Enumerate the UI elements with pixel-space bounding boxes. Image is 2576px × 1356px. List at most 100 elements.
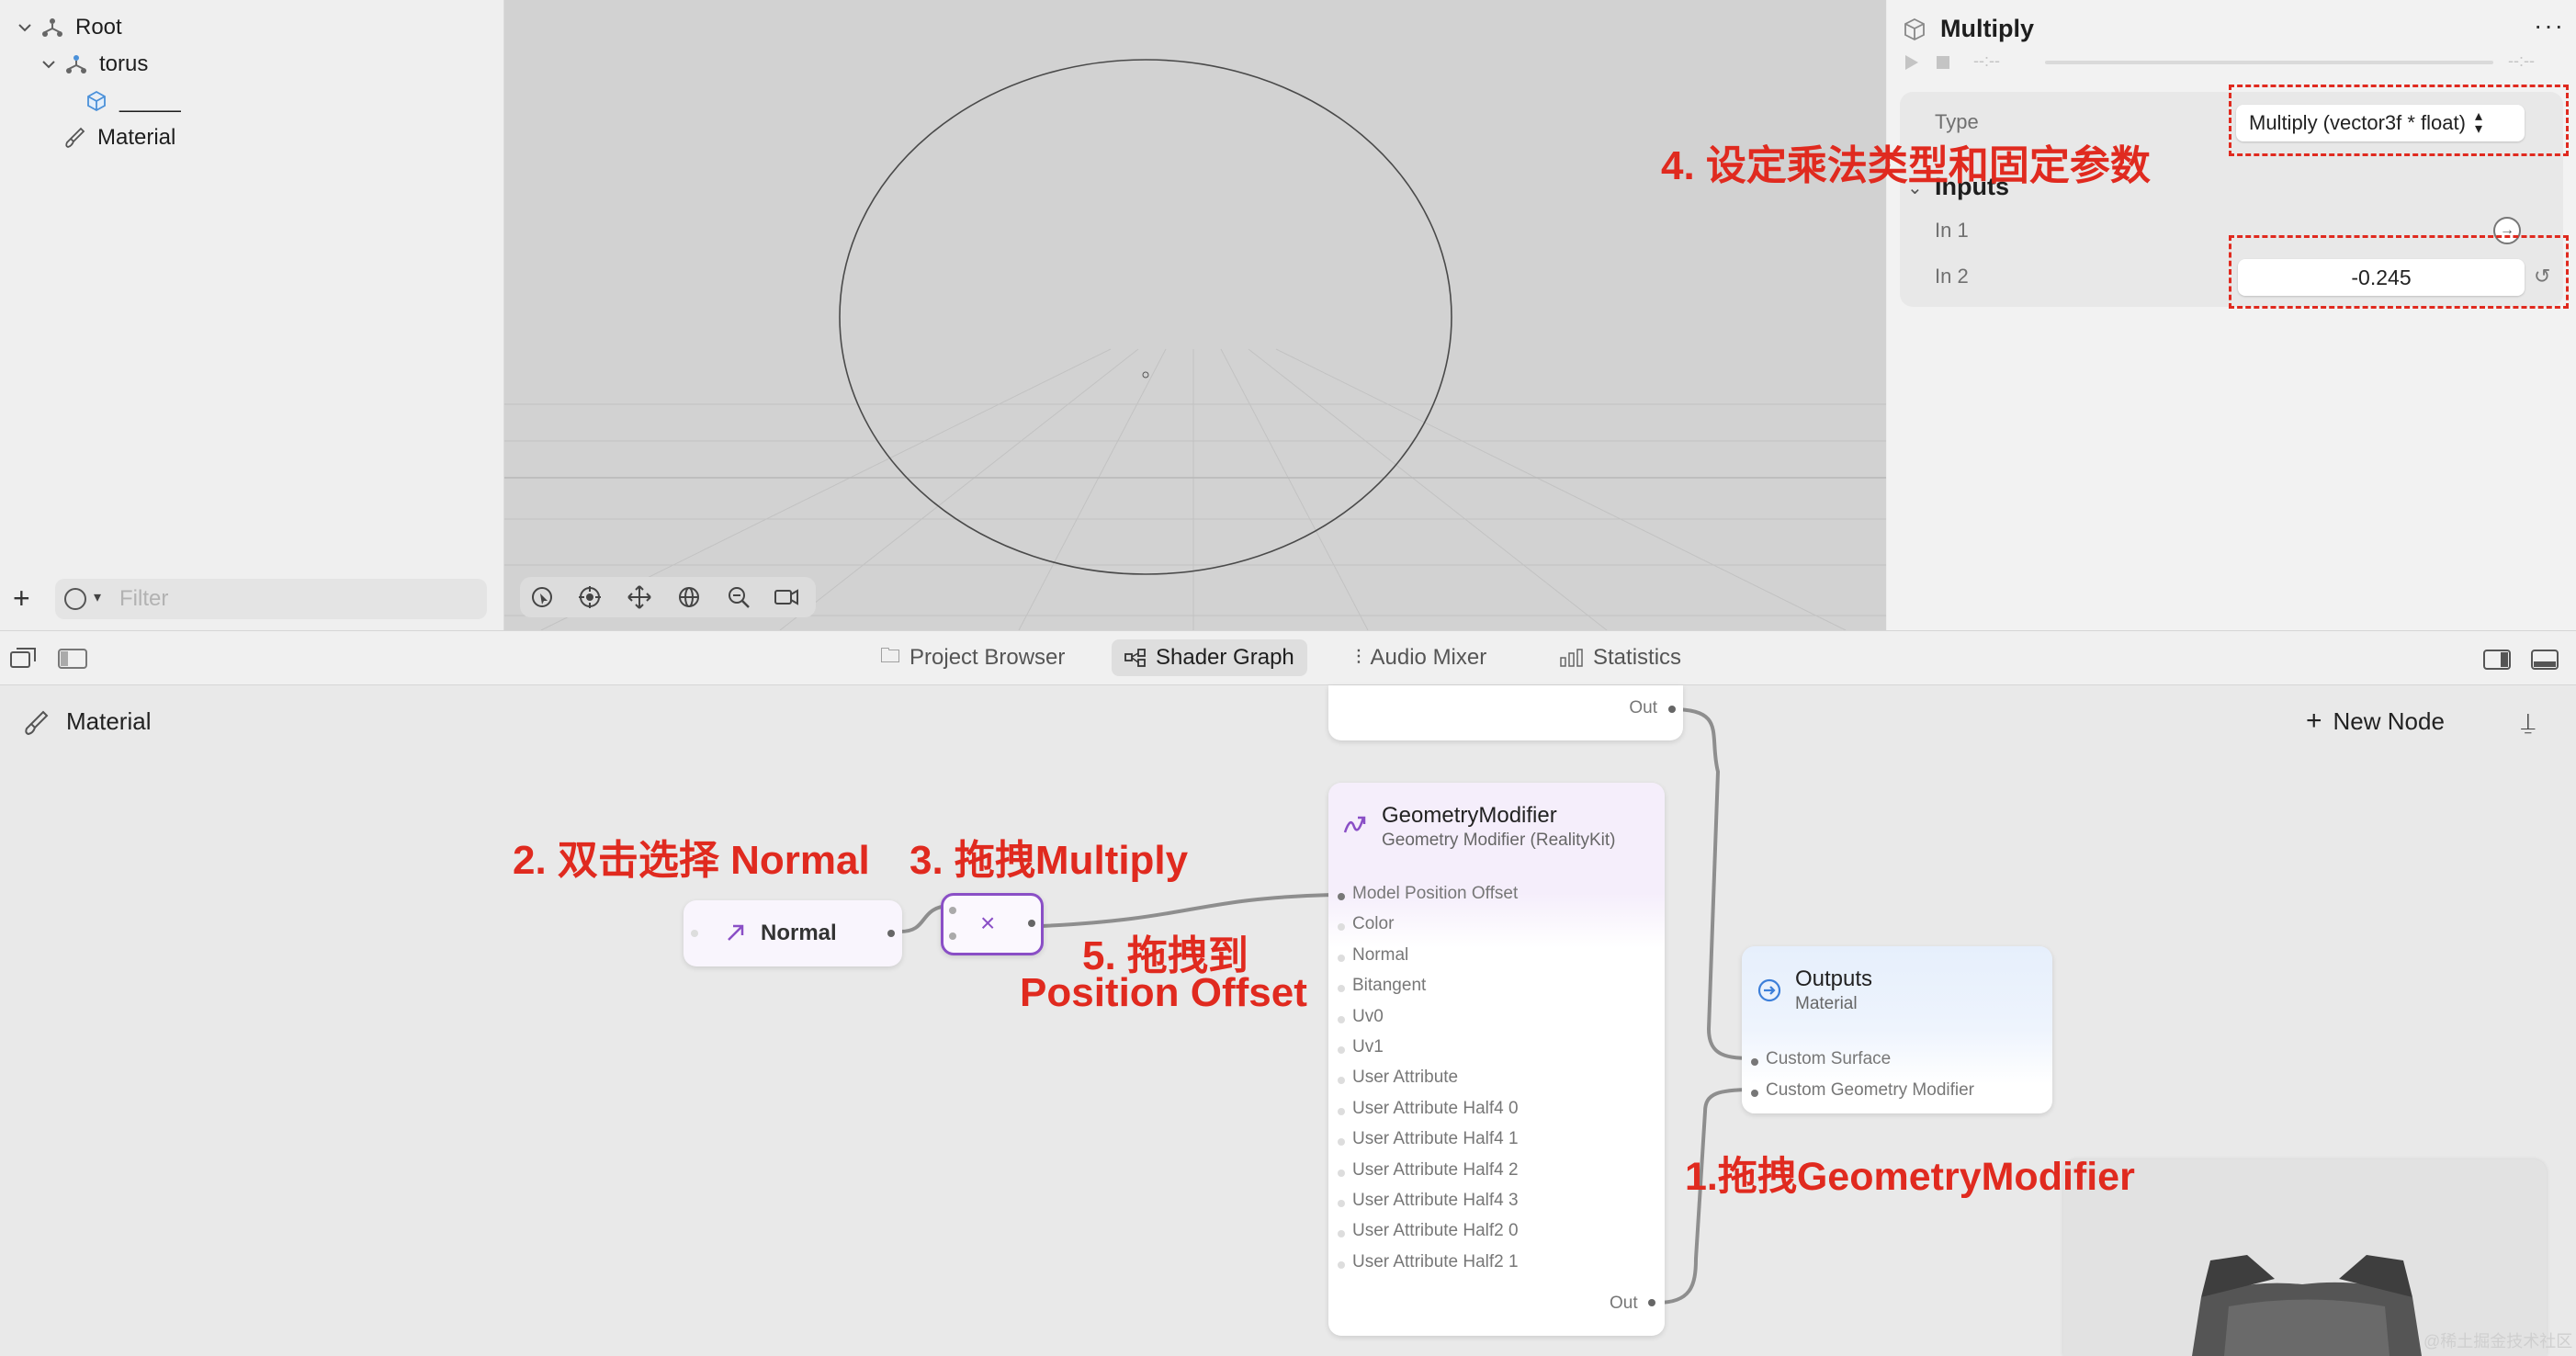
cube-icon (87, 90, 106, 112)
outputs-node[interactable]: Outputs Material Custom Surface Custom G… (1742, 946, 2052, 1113)
annotation-step-2: 2. 双击选择 Normal (513, 838, 870, 883)
viewport-toolbar (520, 577, 816, 617)
port-in-dot[interactable] (1338, 1107, 1345, 1115)
normal-node[interactable]: Normal (684, 900, 902, 966)
entity-icon (42, 18, 62, 37)
graph-title: Material (66, 707, 152, 735)
annotation-step-5-line2: Position Offset (1020, 970, 1307, 1015)
rotate-tool-icon[interactable] (676, 584, 702, 610)
port-label: User Attribute (1352, 1068, 1459, 1088)
tree-item-root[interactable]: Root (17, 11, 122, 44)
port-in-dot[interactable] (1338, 893, 1345, 900)
type-label: Type (1935, 110, 1979, 133)
tree-item-label: Root (75, 15, 122, 40)
port-out-dot[interactable] (1668, 706, 1676, 713)
zoom-tool-icon[interactable] (726, 584, 751, 610)
tree-item-material[interactable]: Material (62, 121, 175, 154)
multiply-node[interactable]: × (941, 893, 1044, 955)
multiply-icon: × (980, 909, 996, 937)
bar-chart-icon (1560, 649, 1583, 667)
port-out-dot[interactable] (1028, 920, 1035, 927)
brush-icon (25, 710, 49, 736)
move-tool-icon[interactable] (627, 584, 652, 610)
port-label: User Attribute Half4 2 (1352, 1159, 1519, 1180)
tree-item-mesh[interactable]: _____ (85, 85, 181, 118)
port-in-dot[interactable] (691, 930, 698, 937)
tree-item-label: _____ (119, 88, 181, 113)
node-title: GeometryModifier (1382, 803, 1557, 828)
orbit-tool-icon[interactable] (577, 584, 603, 610)
annotation-step-4: 4. 设定乘法类型和固定参数 (1661, 143, 2151, 188)
highlight-box-type (2229, 85, 2569, 156)
more-icon[interactable]: ··· (2534, 11, 2565, 40)
add-entity-button[interactable]: + (13, 583, 30, 613)
new-node-button[interactable]: + New Node (2306, 706, 2445, 737)
tab-shader-graph[interactable]: Shader Graph (1112, 639, 1307, 676)
filter-placeholder: Filter (119, 586, 169, 611)
port-out: Out (1629, 698, 1657, 718)
in2-label: In 2 (1935, 265, 1969, 288)
entity-icon (66, 55, 86, 73)
filter-icon[interactable] (64, 588, 86, 610)
tab-label: Audio Mixer (1370, 645, 1487, 670)
port-label: Uv1 (1352, 1037, 1384, 1057)
watermark-text: @稀土掘金技术社区 (2423, 1332, 2573, 1350)
port-label: Uv0 (1352, 1006, 1384, 1026)
port-in-dot[interactable] (1338, 1015, 1345, 1023)
port-label: User Attribute Half2 0 (1352, 1221, 1519, 1241)
tree-item-torus[interactable]: torus (40, 48, 148, 81)
port-in-dot[interactable] (949, 907, 956, 914)
tab-label: Shader Graph (1156, 645, 1294, 670)
stop-button[interactable] (1933, 50, 1953, 75)
preview-model (2063, 1159, 2547, 1356)
port-in-dot[interactable] (1338, 1200, 1345, 1207)
3d-viewport[interactable] (504, 0, 1886, 630)
geometry-modifier-icon (1343, 816, 1366, 833)
inspector-toggle-icon[interactable] (2482, 649, 2512, 671)
chevron-down-icon[interactable] (40, 56, 57, 73)
port-custom-surface: Custom Surface (1766, 1049, 1892, 1068)
cube-icon (1904, 17, 1925, 41)
port-in-dot[interactable] (1751, 1058, 1758, 1066)
select-tool-icon[interactable] (529, 584, 555, 610)
inspector-title: Multiply (1940, 15, 2034, 42)
mixer-icon: ⫶ (1356, 646, 1361, 669)
time-total: --:-- (2508, 51, 2535, 70)
node-subtitle: Material (1795, 994, 1858, 1013)
sidebar-toggle-icon[interactable] (57, 647, 88, 671)
graph-icon (1124, 649, 1146, 667)
tab-statistics[interactable]: Statistics (1547, 639, 1694, 676)
port-in-dot[interactable] (1751, 1090, 1758, 1097)
pin-icon[interactable]: ⍊ (2521, 707, 2536, 737)
bottom-panel-toggle-icon[interactable] (2530, 649, 2559, 671)
annotation-step-3: 3. 拖拽Multiply (910, 838, 1189, 883)
port-custom-geometry-modifier: Custom Geometry Modifier (1766, 1080, 1975, 1100)
tab-label: Statistics (1593, 645, 1682, 670)
port-in-dot[interactable] (1338, 954, 1345, 962)
port-out: Out (1610, 1294, 1638, 1313)
port-out-dot[interactable] (887, 930, 895, 937)
highlight-box-in2 (2229, 235, 2569, 309)
preview-thumbnail[interactable] (2063, 1159, 2547, 1356)
time-current: --:-- (1973, 51, 2000, 70)
tab-audio-mixer[interactable]: ⫶ Audio Mixer (1343, 639, 1499, 676)
upstream-node[interactable]: Out (1328, 685, 1683, 740)
port-in-dot[interactable] (1338, 1169, 1345, 1177)
chevron-down-icon[interactable] (17, 19, 33, 36)
chevron-down-icon[interactable]: ▾ (94, 588, 101, 606)
outputs-icon (1757, 978, 1781, 1002)
play-button[interactable] (1902, 50, 1922, 75)
port-in-dot[interactable] (949, 932, 956, 940)
camera-tool-icon[interactable] (774, 584, 799, 610)
windows-icon[interactable] (9, 647, 39, 671)
port-in-dot[interactable] (1338, 1260, 1345, 1269)
port-label: Bitangent (1352, 976, 1427, 996)
tree-item-label: Material (97, 125, 176, 150)
port-in-dot[interactable] (1338, 1046, 1345, 1054)
normal-node-label: Normal (761, 921, 837, 945)
new-node-label: New Node (2333, 707, 2445, 735)
port-out-dot[interactable] (1648, 1299, 1655, 1306)
annotation-step-1: 1.拖拽GeometryModifier (1685, 1155, 2135, 1199)
node-title: Outputs (1795, 966, 1873, 991)
tab-project-browser[interactable]: 🗀 Project Browser (867, 639, 1078, 676)
